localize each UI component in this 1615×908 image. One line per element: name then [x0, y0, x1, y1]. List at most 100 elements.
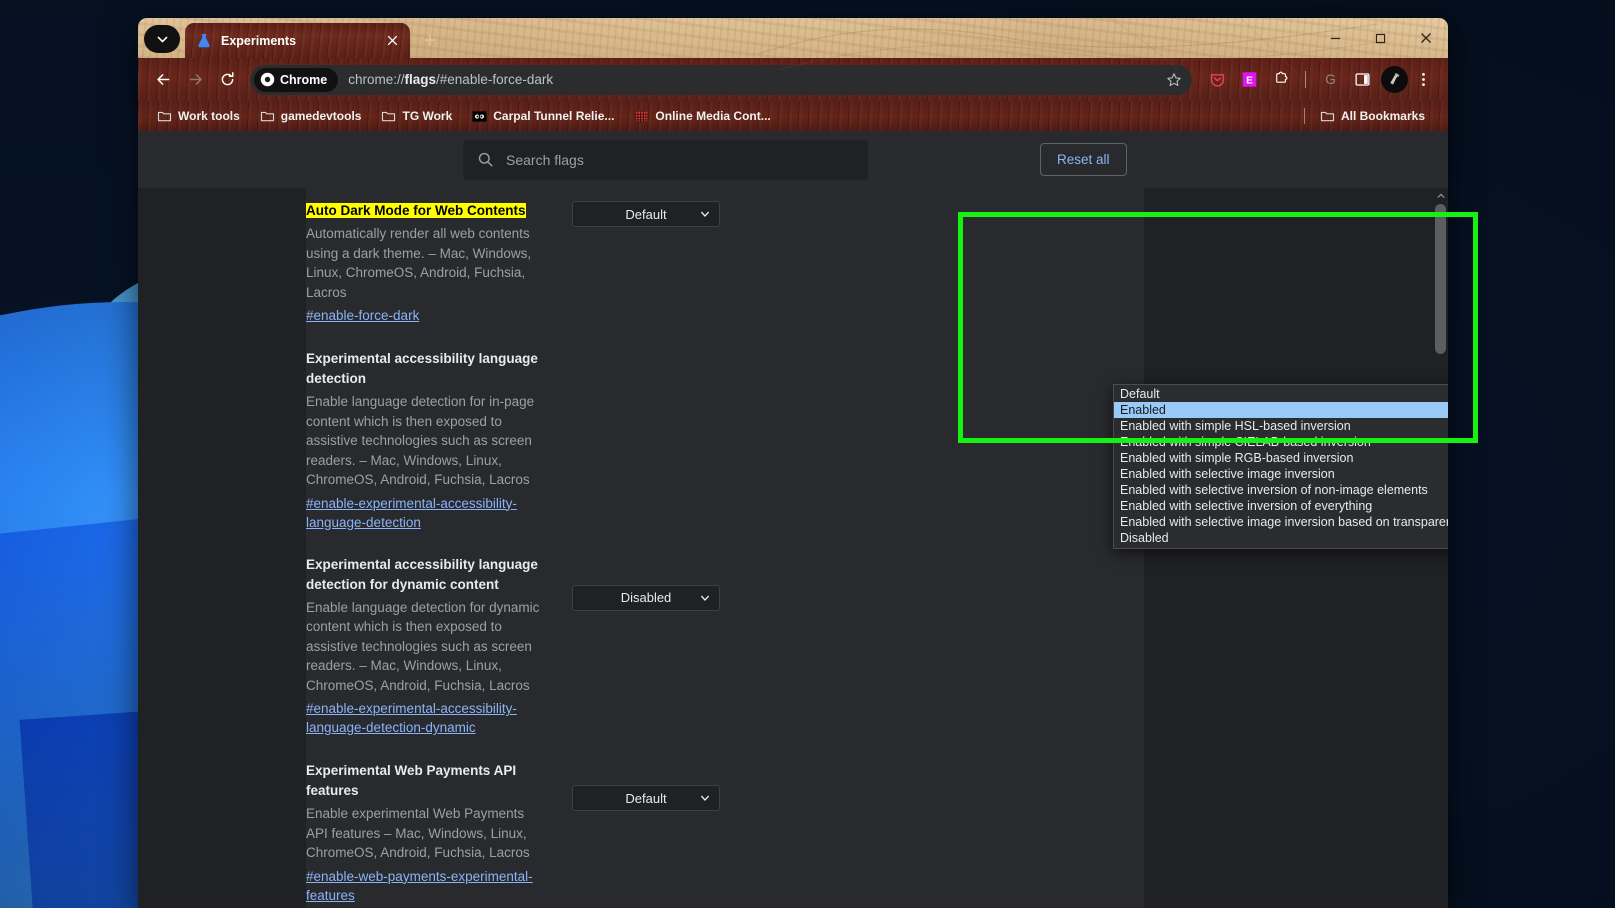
dropdown-option[interactable]: Enabled with selective image inversion b… [1114, 514, 1448, 530]
url-suffix: /#enable-force-dark [436, 72, 554, 87]
chrome-logo-icon [260, 72, 275, 87]
minimize-button[interactable] [1313, 22, 1358, 54]
folder-icon [260, 111, 274, 121]
red-grid-favicon [635, 110, 649, 122]
maximize-button[interactable] [1358, 22, 1403, 54]
browser-tab[interactable]: Experiments [185, 23, 410, 58]
plus-icon [424, 34, 436, 46]
dropdown-option[interactable]: Default [1114, 386, 1448, 402]
flags-header: Reset all [138, 131, 1448, 188]
flag-permalink[interactable]: #enable-web-payments-experimental-featur… [306, 867, 541, 905]
all-bookmarks-button[interactable]: All Bookmarks [1313, 106, 1432, 127]
address-bar-url: chrome://flags/#enable-force-dark [348, 72, 1160, 87]
star-icon [1167, 72, 1181, 86]
flag-select-cell: Default [541, 201, 751, 227]
flag-row: Auto Dark Mode for Web Contents Automati… [306, 201, 1144, 325]
eyes-favicon [472, 110, 487, 122]
tab-search-button[interactable] [144, 25, 180, 53]
flag-text: Auto Dark Mode for Web Contents Automati… [138, 201, 541, 325]
dropdown-option[interactable]: Enabled with simple HSL-based inversion [1114, 418, 1448, 434]
flag-description: Enable language detection for in-page co… [306, 394, 535, 487]
flag-select-dropdown[interactable]: Default Enabled Enabled with simple HSL-… [1113, 384, 1448, 549]
new-tab-button[interactable] [416, 26, 444, 54]
chevron-down-icon [701, 595, 709, 601]
close-icon [1420, 33, 1431, 43]
folder-icon [157, 111, 172, 121]
side-panel-glyph-icon [1354, 73, 1370, 86]
reload-button[interactable] [212, 65, 242, 95]
pocket-extension-icon[interactable] [1203, 66, 1231, 94]
flag-select-cell: Disabled [541, 555, 751, 611]
puzzle-extensions-icon[interactable] [1267, 66, 1295, 94]
chrome-chip[interactable]: Chrome [254, 67, 339, 92]
reload-icon [221, 72, 233, 86]
tab-close-button[interactable] [382, 31, 402, 51]
browser-menu-button[interactable] [1410, 66, 1436, 94]
e-extension-icon[interactable]: E [1235, 66, 1263, 94]
reset-all-button[interactable]: Reset all [1040, 143, 1127, 176]
flag-title: Experimental accessibility language dete… [306, 351, 538, 386]
svg-text:G: G [1325, 72, 1336, 87]
search-icon [478, 152, 493, 167]
flag-select[interactable]: Default [572, 785, 720, 811]
dropdown-option[interactable]: Disabled [1114, 530, 1448, 546]
flag-description: Enable experimental Web Payments API fea… [306, 806, 530, 860]
flag-title: Auto Dark Mode for Web Contents [306, 203, 526, 218]
dropdown-option[interactable]: Enabled with selective image inversion [1114, 466, 1448, 482]
dropdown-option[interactable]: Enabled with selective inversion of non-… [1114, 482, 1448, 498]
scroll-up-button[interactable] [1433, 188, 1448, 203]
flag-text: Experimental accessibility language dete… [138, 349, 541, 532]
e-letter-icon: E [1242, 72, 1256, 87]
pocket-icon [1210, 74, 1224, 87]
flag-description: Enable language detection for dynamic co… [306, 599, 540, 693]
bookmark-button[interactable] [1160, 66, 1188, 94]
bookmark-label: Carpal Tunnel Relie... [493, 109, 615, 123]
svg-text:E: E [1246, 75, 1253, 86]
bookmark-item-online-media[interactable]: Online Media Cont... [627, 106, 777, 127]
flag-permalink[interactable]: #enable-force-dark [306, 306, 419, 325]
dropdown-option[interactable]: Enabled with simple CIELAB-based inversi… [1114, 434, 1448, 450]
forward-button[interactable] [180, 65, 210, 95]
bookmark-item-tg-work[interactable]: TG Work [374, 106, 459, 127]
flag-description: Automatically render all web contents us… [306, 226, 532, 300]
profile-avatar[interactable] [1381, 66, 1408, 93]
tab-strip: Experiments [138, 18, 1448, 74]
bookmark-item-work-tools[interactable]: Work tools [150, 106, 247, 127]
flag-permalink[interactable]: #enable-experimental-accessibility-langu… [306, 494, 541, 532]
flag-row: Experimental Web Payments API features E… [306, 761, 1144, 905]
browser-toolbar: Chrome chrome://flags/#enable-force-dark [138, 58, 1448, 101]
maximize-icon [1375, 33, 1386, 43]
bookmark-label: Work tools [178, 109, 240, 123]
flags-page: Reset all Auto Dark Mode for Web Content… [138, 131, 1448, 908]
bookmark-item-gamedevtools[interactable]: gamedevtools [253, 106, 369, 127]
dropdown-option[interactable]: Enabled with selective inversion of ever… [1114, 498, 1448, 514]
flag-select-value: Default [625, 206, 667, 222]
back-button[interactable] [148, 65, 178, 95]
google-g-icon: G [1325, 72, 1336, 87]
flask-icon [198, 33, 210, 47]
url-bold: flags [404, 72, 437, 87]
side-panel-icon[interactable] [1348, 66, 1376, 94]
bookmark-item-carpal-tunnel[interactable]: Carpal Tunnel Relie... [465, 106, 621, 127]
dropdown-option-selected[interactable]: Enabled [1114, 402, 1448, 418]
flags-list: Auto Dark Mode for Web Contents Automati… [306, 188, 1144, 908]
puzzle-piece-icon [1275, 71, 1287, 83]
flag-select[interactable]: Default [572, 201, 720, 227]
chevron-down-icon [701, 211, 709, 217]
close-window-button[interactable] [1403, 22, 1448, 54]
address-bar[interactable]: Chrome chrome://flags/#enable-force-dark [250, 64, 1192, 95]
chevron-down-icon [157, 36, 167, 42]
flag-select[interactable]: Disabled [572, 584, 720, 611]
search-input[interactable] [506, 151, 854, 168]
scrollbar-thumb[interactable] [1435, 204, 1446, 354]
flag-permalink[interactable]: #enable-experimental-accessibility-langu… [306, 699, 541, 737]
folder-icon [1320, 111, 1335, 121]
forward-arrow-icon [189, 74, 202, 85]
dropdown-option[interactable]: Enabled with simple RGB-based inversion [1114, 450, 1448, 466]
bookmarks-divider [1303, 108, 1305, 124]
google-extension-icon[interactable]: G [1316, 66, 1344, 94]
window-controls [1313, 18, 1448, 58]
desktop: Experiments Chrome chrome://flags/#enabl… [0, 0, 1615, 908]
search-flags-box[interactable] [463, 139, 868, 180]
flag-select-value: Default [625, 790, 667, 806]
